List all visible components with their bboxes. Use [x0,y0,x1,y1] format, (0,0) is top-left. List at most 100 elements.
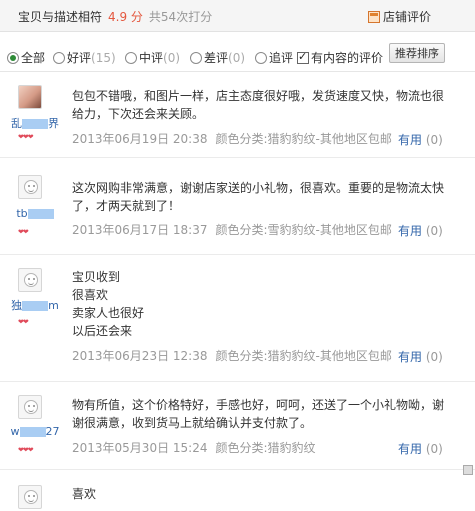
reviewer-name[interactable]: tb [4,207,66,220]
avatar[interactable] [18,175,42,199]
review-date: 2013年06月19日 20:38 [72,132,208,146]
buyer-level-hearts: ❤❤ [18,318,29,326]
filter-good[interactable]: 好评 (15) [53,49,116,66]
review-meta: 2013年06月19日 20:38 颜色分类:猎豹豹纹-其他地区包邮 [72,130,392,147]
review-line: 卖家人也很好 [72,306,145,320]
filter-all-label: 全部 [21,51,46,65]
avatar[interactable] [18,85,42,109]
default-avatar-icon [24,273,38,287]
filter-bad-label: 差评 [204,51,229,65]
filter-has-content[interactable]: 有内容的评价 [297,49,383,66]
review-line: 谢很满意，收到货马上就给确认并支付款了。 [72,416,313,430]
review-line: 很喜欢 [72,288,109,302]
useful-label: 有用 [398,442,423,456]
avatar[interactable] [18,395,42,419]
name-mask [22,301,49,311]
filter-neutral-count: (0) [163,50,181,65]
review-item: w 27 ❤❤❤ 物有所值，这个价格特好，手感也好，呵呵，还送了一个小礼物呦，谢 … [0,382,475,470]
reviewer-name[interactable]: 独m [4,297,66,313]
buyer-level-hearts: ❤❤❤ [18,133,34,141]
review-content: 包包不错哦，和图片一样，店主态度很好哦，发货速度又快，物流也很 给力，下次还会来… [72,87,452,123]
review-sku: 颜色分类:雪豹豹纹-其他地区包邮 [215,223,392,237]
review-line: 包包不错哦，和图片一样，店主态度很好哦，发货速度又快，物流也很 [72,89,445,103]
review-item: tb ❤❤ 这次网购非常满意，谢谢店家送的小礼物，很喜欢。重要的是物流太快 了，… [0,158,475,255]
useful-count: (0) [425,350,443,364]
reviewer-name-prefix: 独 [11,299,23,312]
shop-review-link[interactable]: 店铺评价 [368,8,431,25]
reviewer-name-prefix: tb [16,207,28,220]
reviewer-name-suffix: 27 [45,425,60,438]
filter-good-label: 好评 [67,51,92,65]
review-line: … [72,503,452,511]
name-mask [19,427,46,437]
filter-neutral-radio[interactable] [125,51,137,64]
sort-recommended-button[interactable]: 推荐排序 [389,43,445,63]
useful-label: 有用 [398,224,423,238]
useful-label: 有用 [398,133,423,147]
review-sku: 颜色分类:猎豹豹纹-其他地区包邮 [215,132,392,146]
rating-score: 4.9 分 [108,10,143,24]
filter-good-count: (15) [91,50,116,65]
rating-summary-bar: 宝贝与描述相符 4.9 分共54次打分 店铺评价 [0,0,475,32]
useful-button[interactable]: 有用 (0) [398,348,443,365]
review-content: 物有所值，这个价格特好，手感也好，呵呵，还送了一个小礼物呦，谢 谢很满意，收到货… [72,396,452,432]
buyer-level-hearts: ❤❤ [18,228,29,236]
name-mask [27,209,54,219]
review-meta: 2013年06月23日 12:38 颜色分类:猎豹豹纹-其他地区包邮 [72,347,392,364]
useful-label: 有用 [398,350,423,364]
filter-all[interactable]: 全部 [7,49,45,66]
review-line: 物有所值，这个价格特好，手感也好，呵呵，还送了一个小礼物呦，谢 [72,398,445,412]
review-content: 宝贝收到 很喜欢 卖家人也很好 以后还会来 [72,268,452,340]
review-sku: 颜色分类:猎豹豹纹-其他地区包邮 [215,349,392,363]
review-line: 宝贝收到 [72,270,121,284]
review-date: 2013年06月17日 18:37 [72,223,208,237]
avatar[interactable] [18,268,42,292]
useful-button[interactable]: 有用 (0) [398,222,443,239]
review-line: 给力，下次还会来关顾。 [72,107,205,121]
avatar[interactable] [18,485,42,509]
description-match-summary: 宝贝与描述相符 4.9 分共54次打分 [18,8,212,25]
review-meta: 2013年06月17日 18:37 颜色分类:雪豹豹纹-其他地区包邮 [72,221,392,238]
filter-good-radio[interactable] [53,51,65,64]
reviewer-name-prefix: 乱 [11,117,22,130]
filter-followup[interactable]: 追评 [255,49,293,66]
filter-bad-radio[interactable] [190,51,202,64]
review-line: 了，才两天就到了！ [72,199,181,213]
shop-review-label: 店铺评价 [383,10,432,24]
reviewer-name-suffix: 界 [48,117,59,130]
review-line: 这次网购非常满意，谢谢店家送的小礼物，很喜欢。重要的是物流太快 [72,181,445,195]
useful-button[interactable]: 有用 (0) [398,440,443,457]
filter-followup-label: 追评 [269,51,294,65]
filter-neutral[interactable]: 中评 (0) [125,49,180,66]
review-meta: 2013年05月30日 15:24 颜色分类:猎豹豹纹 [72,439,316,456]
filter-has-content-checkbox[interactable] [297,50,309,64]
rating-total-count: 共54次打分 [148,10,213,24]
filter-bad[interactable]: 差评 (0) [190,49,245,66]
review-item: 独m ❤❤ 宝贝收到 很喜欢 卖家人也很好 以后还会来 2013年06月23日 … [0,255,475,382]
default-avatar-icon [24,180,38,194]
name-mask [22,119,48,129]
review-item: 喜欢 … [0,470,475,511]
review-content: 这次网购非常满意，谢谢店家送的小礼物，很喜欢。重要的是物流太快 了，才两天就到了… [72,179,452,215]
useful-count: (0) [425,133,443,147]
review-line: 喜欢 [72,487,97,501]
reviewer-name-suffix: m [48,299,59,312]
useful-count: (0) [425,442,443,456]
scroll-handle[interactable] [463,465,473,475]
reviewer-name[interactable]: w 27 [4,425,66,438]
reviewer-name[interactable]: 乱界 [4,115,66,131]
filter-followup-radio[interactable] [255,51,267,64]
review-sku: 颜色分类:猎豹豹纹 [215,441,316,455]
description-match-label: 宝贝与描述相符 [18,10,103,24]
review-line: 以后还会来 [72,324,133,338]
useful-button[interactable]: 有用 (0) [398,131,443,148]
filter-neutral-label: 中评 [139,51,164,65]
filter-all-radio[interactable] [7,51,19,64]
review-item: 乱界 ❤❤❤ 包包不错哦，和图片一样，店主态度很好哦，发货速度又快，物流也很 给… [0,73,475,158]
review-date: 2013年06月23日 12:38 [72,349,208,363]
review-content: 喜欢 … [72,485,452,511]
default-avatar-icon [24,400,38,414]
review-date: 2013年05月30日 15:24 [72,441,208,455]
default-avatar-icon [24,490,38,504]
buyer-level-hearts: ❤❤❤ [18,446,34,454]
